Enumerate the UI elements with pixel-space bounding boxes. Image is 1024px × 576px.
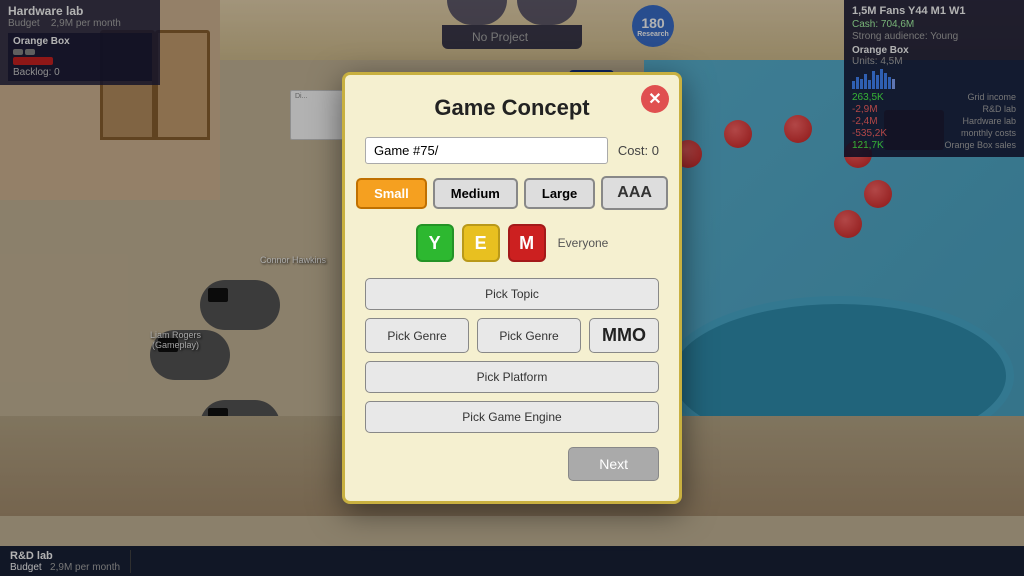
aaa-button[interactable]: AAA xyxy=(601,176,668,210)
size-medium-button[interactable]: Medium xyxy=(433,178,518,209)
game-concept-modal: ✕ Game Concept Cost: 0 Small Medium Larg… xyxy=(342,72,682,504)
pick-genre-1-button[interactable]: Pick Genre xyxy=(365,318,469,353)
size-small-button[interactable]: Small xyxy=(356,178,427,209)
rating-y-badge[interactable]: Y xyxy=(416,224,454,262)
rating-row: Y E M Everyone xyxy=(365,224,659,262)
cost-label: Cost: 0 xyxy=(618,143,659,158)
pick-platform-button[interactable]: Pick Platform xyxy=(365,361,659,393)
close-icon: ✕ xyxy=(648,89,661,109)
pick-topic-row: Pick Topic xyxy=(365,278,659,310)
rating-m-badge[interactable]: M xyxy=(508,224,546,262)
pick-topic-button[interactable]: Pick Topic xyxy=(365,278,659,310)
size-large-button[interactable]: Large xyxy=(524,178,595,209)
rating-e-letter: E xyxy=(475,233,487,254)
next-row: Next xyxy=(365,447,659,481)
name-row: Cost: 0 xyxy=(365,137,659,164)
pick-platform-row: Pick Platform xyxy=(365,361,659,393)
rating-y-letter: Y xyxy=(429,233,441,254)
game-background: snacks Soda Connor Hawkins Liam Rogers(G… xyxy=(0,0,1024,576)
mmo-badge[interactable]: MMO xyxy=(589,318,659,353)
modal-title: Game Concept xyxy=(365,95,659,121)
next-button[interactable]: Next xyxy=(568,447,659,481)
rating-description: Everyone xyxy=(558,236,609,250)
rating-e-badge[interactable]: E xyxy=(462,224,500,262)
close-button[interactable]: ✕ xyxy=(641,85,669,113)
pick-engine-button[interactable]: Pick Game Engine xyxy=(365,401,659,433)
pick-engine-row: Pick Game Engine xyxy=(365,401,659,433)
rating-m-letter: M xyxy=(519,233,534,254)
game-name-input[interactable] xyxy=(365,137,608,164)
modal-overlay: ✕ Game Concept Cost: 0 Small Medium Larg… xyxy=(0,0,1024,576)
pick-genre-row: Pick Genre Pick Genre MMO xyxy=(365,318,659,353)
size-row: Small Medium Large AAA xyxy=(365,176,659,210)
pick-genre-2-button[interactable]: Pick Genre xyxy=(477,318,581,353)
